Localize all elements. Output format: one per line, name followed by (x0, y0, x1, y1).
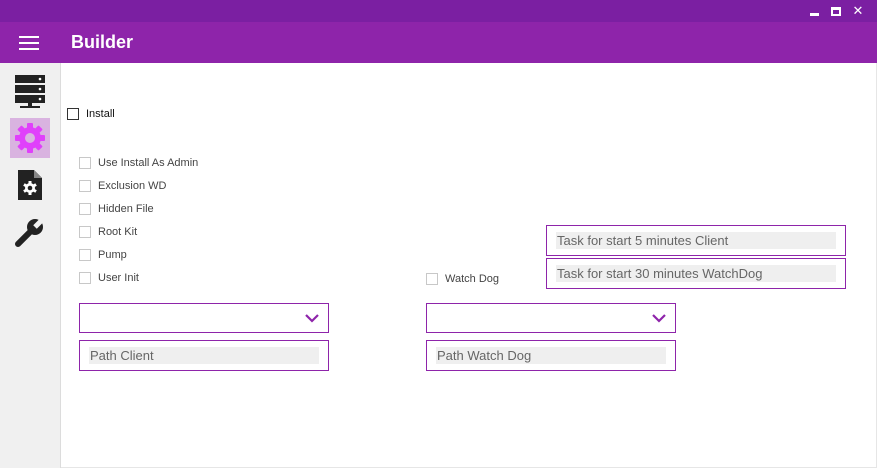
server-icon (15, 75, 45, 108)
sidebar-item-settings[interactable] (10, 118, 50, 158)
option-label: Root Kit (98, 226, 138, 238)
task-client-value: Task for start 5 minutes Client (556, 232, 836, 249)
close-button[interactable]: ✕ (847, 2, 869, 20)
client-dropdown[interactable] (79, 303, 329, 333)
chevron-down-icon (305, 314, 319, 323)
install-label: Install (86, 108, 115, 120)
option-user-init[interactable]: User Init (79, 272, 139, 284)
path-watchdog-value: Path Watch Dog (436, 347, 666, 364)
option-checkbox[interactable] (79, 203, 91, 215)
option-pump[interactable]: Pump (79, 249, 127, 261)
option-label: Pump (98, 249, 127, 261)
option-label: Exclusion WD (98, 180, 167, 192)
gear-icon (15, 123, 45, 153)
sidebar-item-server[interactable] (10, 71, 50, 111)
option-checkbox[interactable] (79, 272, 91, 284)
sidebar-item-config-file[interactable] (10, 165, 50, 205)
maximize-icon (831, 6, 841, 16)
hamburger-menu-icon[interactable] (19, 36, 39, 50)
app-bar: Builder (0, 22, 877, 63)
maximize-button[interactable] (825, 2, 847, 20)
watchdog-label: Watch Dog (445, 273, 500, 285)
watchdog-dropdown[interactable] (426, 303, 676, 333)
chevron-down-icon (652, 314, 666, 323)
task-client-field[interactable]: Task for start 5 minutes Client (546, 225, 846, 256)
minimize-button[interactable] (803, 2, 825, 20)
option-watch-dog[interactable]: Watch Dog (426, 273, 499, 285)
minimize-icon (809, 12, 819, 16)
app-title: Builder (71, 32, 134, 52)
option-label: Hidden File (98, 203, 154, 215)
option-use-install-as-admin[interactable]: Use Install As Admin (79, 157, 198, 169)
window-titlebar: ✕ (0, 0, 877, 22)
sidebar (0, 63, 61, 468)
watchdog-checkbox[interactable] (426, 273, 438, 285)
window-controls: ✕ (803, 2, 869, 20)
install-option[interactable]: Install (67, 108, 115, 120)
settings-file-icon (18, 170, 42, 200)
option-checkbox[interactable] (79, 157, 91, 169)
option-checkbox[interactable] (79, 226, 91, 238)
wrench-icon (15, 217, 45, 247)
close-icon: ✕ (852, 3, 864, 18)
task-watchdog-field[interactable]: Task for start 30 minutes WatchDog (546, 258, 846, 289)
option-hidden-file[interactable]: Hidden File (79, 203, 154, 215)
option-checkbox[interactable] (79, 249, 91, 261)
task-watchdog-value: Task for start 30 minutes WatchDog (556, 265, 836, 282)
install-checkbox[interactable] (67, 108, 79, 120)
path-watchdog-field[interactable]: Path Watch Dog (426, 340, 676, 371)
option-exclusion-wd[interactable]: Exclusion WD (79, 180, 166, 192)
option-label: Use Install As Admin (98, 157, 199, 169)
option-root-kit[interactable]: Root Kit (79, 226, 137, 238)
option-label: User Init (98, 272, 139, 284)
option-checkbox[interactable] (79, 180, 91, 192)
path-client-value: Path Client (89, 347, 319, 364)
sidebar-item-tools[interactable] (10, 214, 50, 254)
path-client-field[interactable]: Path Client (79, 340, 329, 371)
builder-content: Install Use Install As Admin Exclusion W… (61, 63, 877, 468)
